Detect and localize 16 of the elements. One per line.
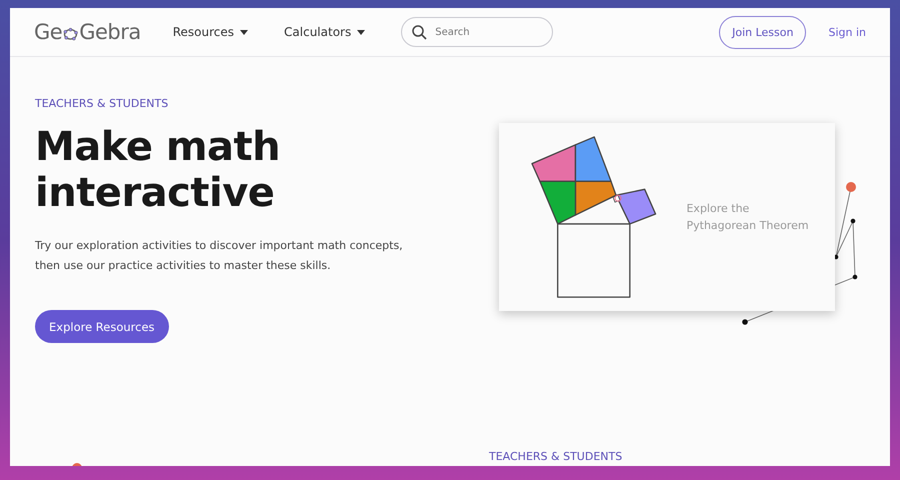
logo-text: Ge — [34, 20, 62, 44]
card-caption: Explore the Pythagorean Theorem — [686, 201, 810, 234]
logo-text: Gebra — [79, 20, 141, 44]
join-lesson-button[interactable]: Join Lesson — [719, 16, 806, 48]
section-eyebrow: TEACHERS & STUDENTS — [35, 97, 170, 110]
hero-description: Try our exploration activities to discover important math concepts, then use our practice activities to master these skills. — [35, 238, 404, 274]
search-field[interactable]: Search — [401, 17, 554, 47]
nav-menu[interactable]: Resources — [172, 25, 248, 39]
caret-icon — [240, 30, 248, 34]
hero-headline: Make math interactive — [35, 124, 282, 216]
nav-menu[interactable]: Calculators — [284, 25, 366, 39]
explore-resources-button[interactable]: Explore Resources — [35, 310, 169, 343]
caret-icon — [357, 30, 366, 34]
sign-in-link[interactable]: Sign in — [828, 26, 866, 38]
search-icon — [412, 25, 428, 40]
section-eyebrow: TEACHERS & STUDENTS — [489, 450, 622, 463]
